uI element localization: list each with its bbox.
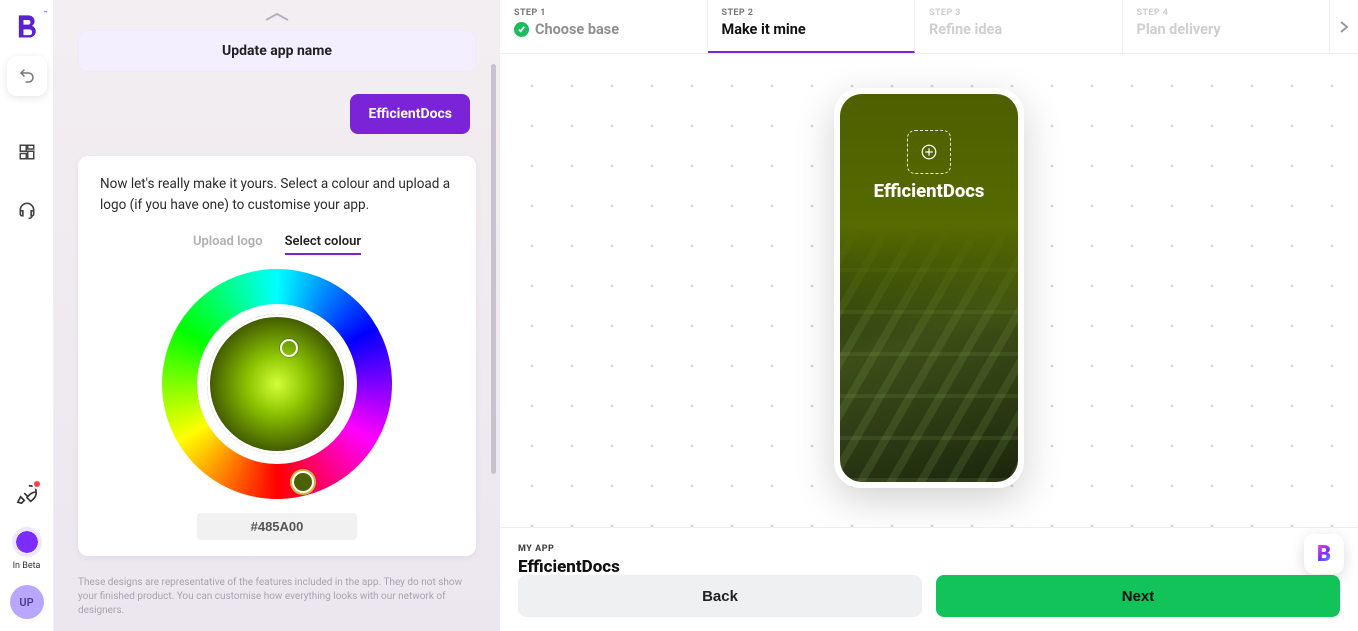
preview-canvas[interactable]: EfficientDocs (500, 54, 1358, 527)
brand-b-icon (13, 13, 41, 41)
check-circle-icon (514, 22, 529, 37)
notification-dot-icon (32, 479, 42, 489)
update-app-name-button[interactable]: Update app name (78, 30, 476, 72)
undo-button[interactable] (7, 56, 47, 96)
preview-panel: STEP 1 Choose base STEP 2 Make it mine S… (500, 0, 1358, 631)
hue-handle[interactable] (292, 471, 314, 493)
colour-wheel[interactable] (162, 269, 392, 499)
myapp-name: EfficientDocs (518, 557, 1340, 577)
app-name-chip: EfficientDocs (350, 94, 470, 134)
next-button[interactable]: Next (936, 575, 1340, 617)
avatar-initials: UP (19, 596, 33, 609)
design-disclaimer: These designs are representative of the … (78, 576, 476, 628)
collapse-panel-button[interactable] (237, 10, 317, 24)
left-rail: ™ In Beta UP (0, 0, 54, 631)
tab-select-colour[interactable]: Select colour (285, 234, 361, 255)
trademark: ™ (44, 10, 48, 17)
brand-b-glyph: B (1317, 542, 1331, 567)
configurator-panel: Update app name EfficientDocs Now let's … (54, 0, 500, 631)
phone-mockup: EfficientDocs (834, 88, 1024, 488)
scrollbar-thumb[interactable] (491, 64, 496, 474)
card-description: Now let's really make it yours. Select a… (100, 174, 454, 216)
beta-status-icon (12, 527, 42, 557)
bottom-bar: B MY APP EfficientDocs Back Next (500, 527, 1358, 631)
chevron-right-icon (1339, 20, 1349, 34)
undo-icon (18, 67, 36, 85)
step-4[interactable]: STEP 4 Plan delivery (1123, 0, 1331, 53)
add-logo-slot[interactable] (907, 130, 951, 174)
beta-label: In Beta (13, 561, 41, 571)
update-app-name-label: Update app name (222, 43, 332, 59)
customise-card: Now let's really make it yours. Select a… (78, 156, 476, 556)
avatar[interactable]: UP (10, 585, 44, 619)
headset-icon[interactable] (11, 194, 43, 226)
step-2[interactable]: STEP 2 Make it mine (708, 0, 916, 53)
saturation-handle[interactable] (280, 339, 298, 357)
chevron-up-icon (264, 11, 290, 23)
step-3[interactable]: STEP 3 Refine idea (915, 0, 1123, 53)
hue-ring[interactable] (162, 269, 392, 499)
plus-circle-icon (920, 143, 938, 161)
saturation-disc[interactable] (207, 314, 347, 454)
hex-input[interactable] (197, 513, 357, 540)
stepper: STEP 1 Choose base STEP 2 Make it mine S… (500, 0, 1358, 54)
brand-logo[interactable]: ™ (8, 8, 46, 46)
myapp-label: MY APP (518, 544, 1340, 554)
phone-app-title: EfficientDocs (840, 180, 1018, 202)
back-button[interactable]: Back (518, 575, 922, 617)
customise-tabs: Upload logo Select colour (100, 234, 454, 255)
step-1[interactable]: STEP 1 Choose base (500, 0, 708, 53)
stepper-next-arrow[interactable] (1330, 0, 1358, 53)
tab-upload-logo[interactable]: Upload logo (193, 234, 263, 255)
brand-badge[interactable]: B (1304, 534, 1344, 574)
rocket-button[interactable] (16, 483, 38, 509)
dashboard-icon[interactable] (11, 136, 43, 168)
phone-screen: EfficientDocs (840, 94, 1018, 482)
